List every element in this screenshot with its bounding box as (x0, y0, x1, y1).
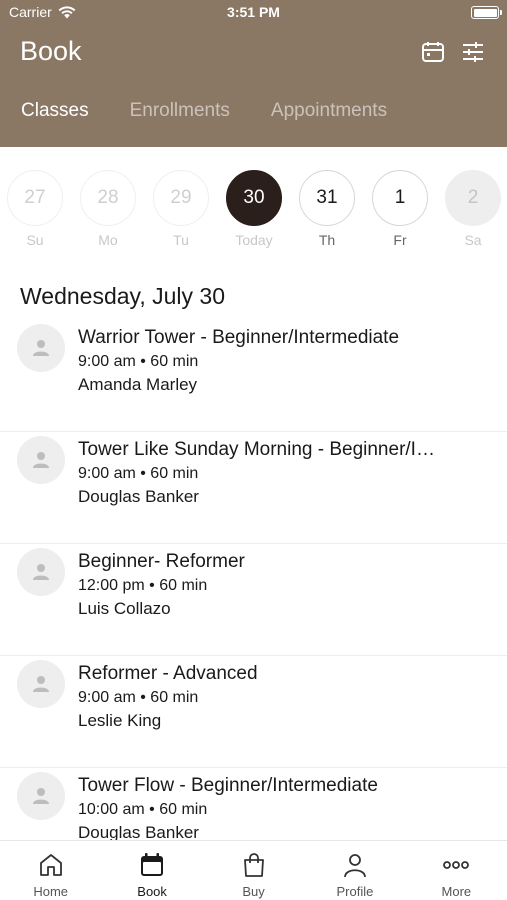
person-icon (33, 676, 49, 692)
tabbar-buy[interactable]: Buy (203, 841, 304, 900)
class-time: 10:00 am • 60 min (78, 801, 208, 818)
class-title: Warrior Tower - Beginner/Intermediate (78, 327, 400, 348)
class-instructor: Luis Collazo (78, 599, 171, 618)
instructor-avatar (17, 548, 65, 596)
day-number: 2 (445, 170, 501, 226)
class-row[interactable]: Beginner- Reformer 12:00 pm • 60 min Lui… (0, 544, 507, 656)
day-30-today[interactable]: 30 Today (226, 170, 282, 248)
more-dots-icon (442, 851, 470, 879)
calendar-icon (138, 851, 166, 879)
day-number: 1 (372, 170, 428, 226)
day-31[interactable]: 31 Th (299, 170, 355, 248)
instructor-avatar (17, 324, 65, 372)
tabbar-profile[interactable]: Profile (304, 841, 405, 900)
shopping-bag-icon (240, 851, 268, 879)
battery-icon (471, 6, 502, 19)
tabbar-label: Profile (336, 884, 374, 899)
tabbar-label: Home (33, 884, 69, 899)
tabbar-label: Buy (242, 884, 265, 899)
class-instructor: Leslie King (78, 711, 162, 730)
person-icon (341, 851, 369, 879)
day-1[interactable]: 1 Fr (372, 170, 428, 248)
tabbar-home[interactable]: Home (0, 841, 101, 900)
day-number: 28 (80, 170, 136, 226)
class-title: Beginner- Reformer (78, 551, 245, 572)
header-actions (419, 38, 487, 66)
filter-sliders-icon[interactable] (459, 38, 487, 66)
home-icon (37, 851, 65, 879)
class-title: Tower Like Sunday Morning - Beginner/I… (78, 439, 435, 460)
tabbar-label: More (441, 884, 472, 899)
tabbar-more[interactable]: More (406, 841, 507, 900)
day-number: 31 (299, 170, 355, 226)
calendar-icon[interactable] (419, 38, 447, 66)
segment-tabs: Classes Enrollments Appointments (0, 100, 507, 132)
screen: Carrier 3:51 PM Book Classes Enrollments… (0, 0, 507, 900)
header: Carrier 3:51 PM Book Classes Enrollments… (0, 0, 507, 147)
bottom-tab-bar: Home Book Buy Profile More (0, 840, 507, 900)
day-label: Sa (464, 232, 482, 248)
instructor-avatar (17, 772, 65, 820)
instructor-avatar (17, 660, 65, 708)
class-time: 9:00 am • 60 min (78, 465, 199, 482)
day-27[interactable]: 27 Su (7, 170, 63, 248)
person-icon (33, 340, 49, 356)
tab-enrollments[interactable]: Enrollments (130, 100, 230, 132)
class-instructor: Douglas Banker (78, 487, 199, 506)
class-list: Warrior Tower - Beginner/Intermediate 9:… (0, 320, 507, 880)
day-label: Th (318, 232, 336, 248)
class-time: 12:00 pm • 60 min (78, 577, 208, 594)
class-row[interactable]: Reformer - Advanced 9:00 am • 60 min Les… (0, 656, 507, 768)
tab-classes[interactable]: Classes (21, 100, 89, 132)
date-heading: Wednesday, July 30 (20, 283, 225, 309)
class-title: Tower Flow - Beginner/Intermediate (78, 775, 378, 796)
class-row[interactable]: Warrior Tower - Beginner/Intermediate 9:… (0, 320, 507, 432)
date-strip: 27 Su 28 Mo 29 Tu 30 Today 31 Th 1 Fr 2 … (0, 158, 507, 254)
day-29[interactable]: 29 Tu (153, 170, 209, 248)
person-icon (33, 788, 49, 804)
tabbar-book[interactable]: Book (101, 841, 202, 900)
class-time: 9:00 am • 60 min (78, 689, 199, 706)
status-time: 3:51 PM (227, 4, 280, 20)
status-bar: Carrier 3:51 PM (0, 0, 507, 24)
class-row[interactable]: Tower Like Sunday Morning - Beginner/I… … (0, 432, 507, 544)
tab-appointments[interactable]: Appointments (271, 100, 387, 132)
day-label: Su (26, 232, 44, 248)
instructor-avatar (17, 436, 65, 484)
class-instructor: Amanda Marley (78, 375, 198, 394)
class-time: 9:00 am • 60 min (78, 353, 199, 370)
day-28[interactable]: 28 Mo (80, 170, 136, 248)
day-label: Mo (98, 232, 118, 248)
day-2[interactable]: 2 Sa (445, 170, 501, 248)
tabbar-label: Book (137, 884, 167, 899)
day-number: 29 (153, 170, 209, 226)
day-number: 27 (7, 170, 63, 226)
class-title: Reformer - Advanced (78, 663, 258, 684)
day-label: Today (235, 232, 273, 248)
person-icon (33, 564, 49, 580)
page-title: Book (20, 36, 82, 66)
day-label: Fr (393, 232, 407, 248)
day-number: 30 (226, 170, 282, 226)
person-icon (33, 452, 49, 468)
day-label: Tu (173, 232, 189, 248)
